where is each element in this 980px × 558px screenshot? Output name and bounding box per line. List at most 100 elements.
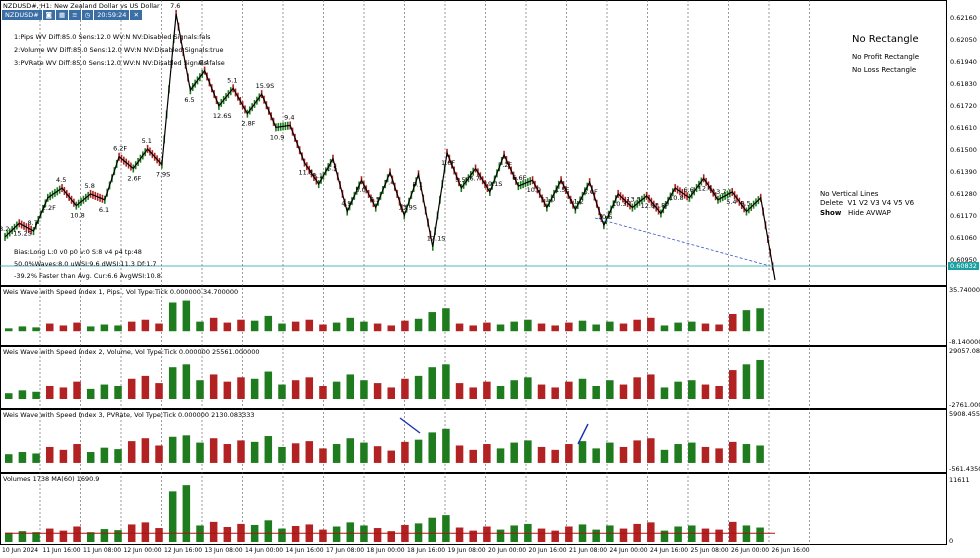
price-axis[interactable]: 0.62160 0.62050 0.61940 0.61830 0.61720 0.616… [947, 0, 980, 286]
pvrate-bar [660, 449, 669, 463]
pvrate-bar [578, 441, 587, 463]
volume-bar [127, 378, 136, 400]
time-tick: 24 Jun 16:00 [650, 547, 689, 554]
pvrate-bar [496, 448, 505, 463]
pvrate-bar [114, 449, 122, 463]
stats-line-3: -39.2% Faster than Avg. Cur:6.6 AvgWSI:1… [14, 272, 161, 280]
volumes-bar [45, 528, 54, 542]
pvrate-bar [278, 446, 286, 463]
pvrate-bar [319, 448, 327, 463]
wave-label: 6.6 [683, 186, 693, 194]
pips-bar [606, 321, 614, 332]
wave-label: 15.9S [256, 82, 275, 90]
show-button[interactable]: Show [820, 209, 841, 217]
pvrate-bar [209, 438, 218, 463]
wave-label: 10.3 [612, 200, 626, 208]
pips-bar [756, 308, 764, 332]
pvrate-bar [442, 428, 450, 463]
wave-label: 11.2 [569, 198, 583, 206]
v1-button[interactable]: V1 [847, 199, 856, 207]
volume-bar [537, 384, 546, 400]
pvrate-bar [401, 441, 409, 463]
pvrate-bar [647, 438, 655, 463]
wave-label: 12.6S [213, 112, 232, 120]
pvrate-bar [674, 444, 682, 463]
pips-bar [86, 326, 95, 332]
volume-bar [428, 367, 436, 400]
time-tick: 18 Jun 16:00 [407, 547, 446, 554]
wave-label: 9.5 [740, 200, 750, 208]
volumes-bar [701, 528, 710, 542]
ind2-axis-top: 29057.0800 [949, 347, 980, 355]
volume-bar [373, 383, 382, 400]
volumes-bar [537, 528, 546, 542]
indicator3-label: Weis Wave with Speed Index 3, PVRate, Vo… [3, 411, 255, 419]
volumes-bar [715, 529, 723, 542]
time-tick: 11 Jun 08:00 [83, 547, 122, 554]
volume-bar [18, 390, 27, 400]
info-line-2: 2:Volume WV Diff:85.0 Sens:12.0 WV:N NV:… [14, 46, 224, 54]
delete-button[interactable]: Delete [820, 199, 843, 207]
wave-label: 5.1 [142, 137, 152, 145]
volume-bar [332, 381, 341, 400]
v3-button[interactable]: V3 [870, 199, 879, 207]
pips-bar [73, 322, 81, 332]
wave-label: 2.2F [42, 204, 56, 212]
volume-bar [688, 380, 696, 400]
volumes-bar [729, 521, 737, 542]
pvrate-bar [715, 448, 723, 463]
clock-icon[interactable]: ◷ [81, 10, 94, 20]
close-icon[interactable]: ✕ [130, 10, 142, 20]
hide-avwap-button[interactable]: Hide AVWAP [848, 209, 891, 217]
volume-bar [592, 385, 600, 400]
price-tick: 0.61720 [950, 102, 977, 110]
wave-label: 10.6 [598, 213, 612, 221]
camera-icon[interactable]: ◙ [42, 10, 55, 20]
v6-button[interactable]: V6 [905, 199, 914, 207]
indicator1-label: Weis Wave with Speed Index 1, Pips , Vol… [3, 288, 239, 296]
pips-bar [127, 321, 136, 332]
volumes-bar [209, 521, 218, 542]
pvrate-bar [346, 438, 355, 463]
v4-button[interactable]: V4 [882, 199, 891, 207]
volumes-bar [551, 530, 559, 542]
volumes-label: Volumes 1738 MA(60) 1690.9 [3, 475, 100, 483]
time-tick: 11 Jun 16:00 [42, 547, 81, 554]
info-line-3: 3:PVRate WV Diff:85.0 Sens:12.0 WV:N NV:… [14, 59, 225, 67]
v5-button[interactable]: V5 [893, 199, 902, 207]
volume-bar [319, 385, 327, 400]
wave-label: 2.6F [127, 174, 141, 182]
symbol-button[interactable]: NZDUSD# [2, 10, 42, 20]
trend-line [594, 217, 771, 267]
loss-rectangle[interactable]: No Loss Rectangle [852, 66, 916, 74]
wave-label: 7.2F [498, 161, 512, 169]
ind2-axis-bottom: -2761.0000 [949, 401, 980, 409]
list-icon[interactable]: ≡ [69, 10, 81, 20]
wave-label: 6.5 [184, 96, 194, 104]
pips-bar [114, 325, 122, 332]
pips-bar [660, 325, 669, 332]
volumes-bar [455, 527, 464, 542]
volume-bar [196, 380, 204, 400]
pips-bar [32, 327, 40, 332]
time-tick: 17 Jun 08:00 [326, 547, 365, 554]
volume-bar [442, 364, 450, 400]
pips-bar [45, 323, 54, 332]
wave-label: 7.4 [384, 178, 394, 186]
pvrate-bar [291, 443, 300, 463]
volumes-bar [332, 526, 341, 542]
pvrate-bar [742, 444, 751, 463]
volumes-bar [647, 522, 655, 542]
pvrate-bar [606, 442, 614, 463]
price-tick: 0.62050 [950, 36, 977, 44]
wave-label: 10.8 [669, 194, 683, 202]
rectangle-title[interactable]: No Rectangle [852, 34, 919, 45]
profit-rectangle[interactable]: No Profit Rectangle [852, 53, 919, 61]
grid-icon[interactable]: ▦ [55, 10, 69, 20]
volume-bar [756, 359, 764, 400]
v2-button[interactable]: V2 [859, 199, 868, 207]
pvrate-bar [141, 438, 150, 463]
pvrate-bar [565, 444, 573, 463]
volume-bar [291, 380, 300, 400]
pvrate-bar [483, 444, 491, 463]
